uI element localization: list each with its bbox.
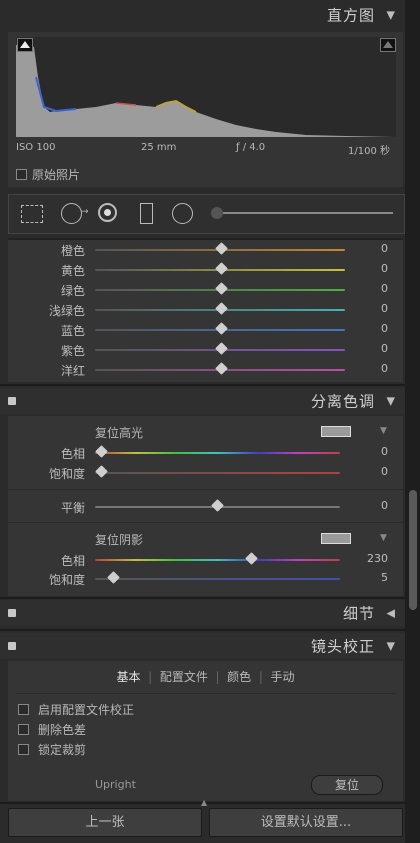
enable-profile-label: 启用配置文件校正 xyxy=(38,703,135,717)
crop-tool-icon[interactable] xyxy=(21,205,43,223)
constrain-crop-checkbox[interactable] xyxy=(18,744,29,755)
highlight-hue-label: 色相 xyxy=(60,447,85,461)
radial-filter-icon[interactable] xyxy=(172,203,193,224)
tab-profile[interactable]: 配置文件 xyxy=(160,670,208,684)
graduated-filter-icon[interactable] xyxy=(140,203,153,224)
hsl-row-value: 0 xyxy=(381,362,388,375)
highlight-hue-track[interactable] xyxy=(95,452,340,454)
remove-ca-checkbox[interactable] xyxy=(18,724,29,735)
shadow-swatch-arrow-icon[interactable]: ▼ xyxy=(380,533,387,543)
hsl-row-value: 0 xyxy=(381,322,388,335)
iso-label: ISO 100 xyxy=(16,142,56,153)
upright-label: Upright xyxy=(95,778,136,791)
shadow-hue-value: 230 xyxy=(367,552,388,565)
tool-strip: → xyxy=(8,194,405,234)
shadow-clip-warning-icon[interactable] xyxy=(17,38,33,52)
hsl-row-value: 0 xyxy=(381,262,388,275)
hsl-row-value: 0 xyxy=(381,302,388,315)
split-toning-header[interactable]: 分离色调 ▼ xyxy=(0,388,405,414)
collapse-arrow-icon[interactable]: ▼ xyxy=(387,640,395,653)
lens-tabs: 基本 | 配置文件 | 颜色 | 手动 xyxy=(116,670,295,684)
aperture-label: ƒ / 4.0 xyxy=(236,142,266,153)
detail-title: 细节 xyxy=(342,604,375,623)
shutter-label: 1/100 秒 xyxy=(348,146,390,157)
highlight-clip-warning-icon[interactable] xyxy=(380,38,396,52)
shadow-hue-track[interactable] xyxy=(95,559,340,561)
collapse-arrow-icon[interactable]: ▼ xyxy=(387,395,395,408)
split-toning-title: 分离色调 xyxy=(310,392,375,411)
tab-basic[interactable]: 基本 xyxy=(116,670,140,684)
shadow-sat-track[interactable] xyxy=(95,578,340,580)
histogram-header[interactable]: 直方图 ▼ xyxy=(0,0,405,30)
highlight-sat-track[interactable] xyxy=(95,472,340,474)
red-eye-icon[interactable] xyxy=(98,203,117,222)
tab-color[interactable]: 颜色 xyxy=(227,670,251,684)
lens-header[interactable]: 镜头校正 ▼ xyxy=(0,633,405,659)
highlight-swatch-arrow-icon[interactable]: ▼ xyxy=(380,426,387,436)
hsl-row-label: 紫色 xyxy=(60,344,85,358)
highlight-sat-value: 0 xyxy=(381,465,388,478)
spot-removal-icon[interactable] xyxy=(61,203,82,224)
balance-label: 平衡 xyxy=(60,501,85,515)
reset-highlights-label[interactable]: 复位高光 xyxy=(95,424,143,441)
upright-reset-button[interactable]: 复位 xyxy=(311,775,383,795)
set-default-button[interactable]: 设置默认设置... xyxy=(209,808,403,837)
expand-arrow-icon[interactable]: ◀ xyxy=(387,607,395,620)
hsl-row-value: 0 xyxy=(381,242,388,255)
collapse-arrow-icon[interactable]: ▼ xyxy=(387,9,395,22)
original-photo-label: 原始照片 xyxy=(32,168,81,182)
panel-toggle-icon[interactable] xyxy=(8,609,16,617)
spot-removal-arrow-icon: → xyxy=(81,207,89,217)
highlight-hue-value: 0 xyxy=(381,445,388,458)
hsl-row-value: 0 xyxy=(381,282,388,295)
balance-value: 0 xyxy=(381,499,388,512)
focal-length-label: 25 mm xyxy=(141,142,177,153)
previous-button[interactable]: 上一张 xyxy=(8,808,202,837)
brush-slider-track[interactable] xyxy=(223,212,393,214)
shadow-hue-label: 色相 xyxy=(60,554,85,568)
enable-profile-checkbox[interactable] xyxy=(18,704,29,715)
hsl-row-label: 黄色 xyxy=(60,264,85,278)
lens-title: 镜头校正 xyxy=(310,637,375,656)
histogram-panel: ISO 100 25 mm ƒ / 4.0 1/100 秒 原始照片 xyxy=(8,32,403,187)
panel-toggle-icon[interactable] xyxy=(8,642,16,650)
hsl-row-label: 浅绿色 xyxy=(48,304,85,318)
scrollbar-thumb[interactable] xyxy=(409,490,417,610)
reset-shadows-label[interactable]: 复位阴影 xyxy=(95,531,143,548)
highlight-color-swatch[interactable] xyxy=(321,426,351,437)
original-photo-checkbox[interactable] xyxy=(16,169,27,180)
shadow-color-swatch[interactable] xyxy=(321,533,351,544)
constrain-crop-label: 锁定裁剪 xyxy=(38,743,87,757)
hsl-row-value: 0 xyxy=(381,342,388,355)
shadow-sat-label: 饱和度 xyxy=(48,573,85,587)
adjustment-brush-icon[interactable] xyxy=(211,207,223,219)
shadow-sat-value: 5 xyxy=(381,571,388,584)
hsl-row-label: 橙色 xyxy=(60,244,85,258)
remove-ca-label: 删除色差 xyxy=(38,723,87,737)
scrollbar[interactable] xyxy=(405,0,420,843)
detail-header[interactable]: 细节 ◀ xyxy=(0,600,405,626)
highlight-sat-label: 饱和度 xyxy=(48,467,85,481)
hsl-row-label: 洋红 xyxy=(60,364,85,378)
tab-manual[interactable]: 手动 xyxy=(271,670,295,684)
panel-end-icon: ▲ xyxy=(201,798,208,807)
hsl-row-label: 蓝色 xyxy=(60,324,85,338)
hsl-row-label: 绿色 xyxy=(60,284,85,298)
histogram-title: 直方图 xyxy=(326,6,375,25)
histogram-graph xyxy=(16,37,396,137)
panel-toggle-icon[interactable] xyxy=(8,397,16,405)
